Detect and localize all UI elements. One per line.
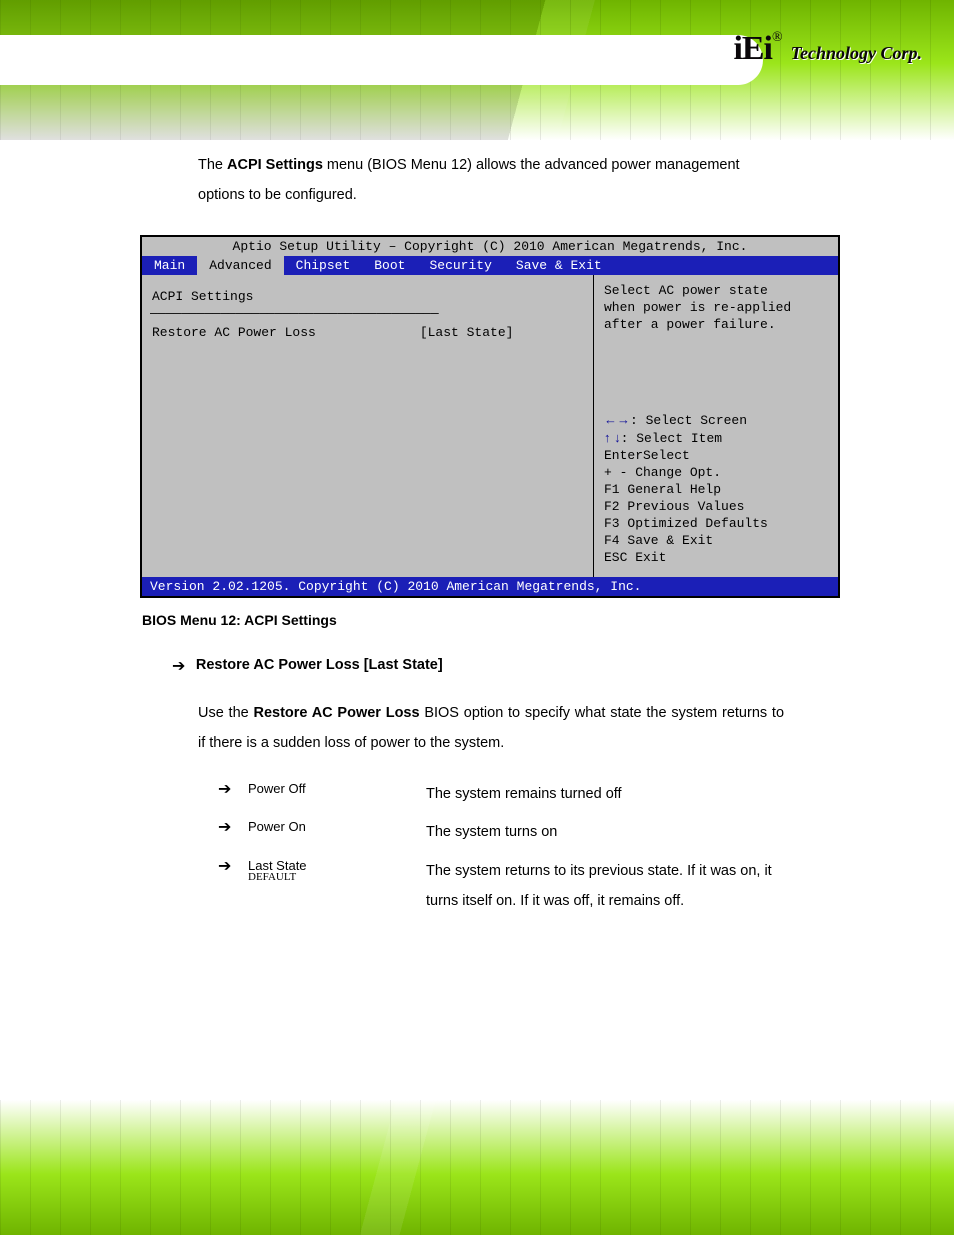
option-value-key: Last StateDEFAULT [248,856,426,917]
logo-name: iEi [733,30,772,67]
bios-subtitle: ACPI Settings [152,289,585,304]
bios-screenshot: Aptio Setup Utility – Copyright (C) 2010… [140,235,840,598]
bios-left-pane: ACPI Settings ——————————————————————————… [142,275,593,577]
footer-decoration [0,1100,954,1235]
option-value-key: Power On [248,817,426,847]
bios-tab: Chipset [284,256,363,275]
bios-option-value: [Last State] [420,325,514,340]
option-doc-block: ➔ Restore AC Power Loss [Last State] Use… [140,656,840,917]
option-default-tag: DEFAULT [248,871,426,883]
bios-option-label: Restore AC Power Loss [152,325,412,340]
option-value-desc: The system turns on [426,817,796,847]
arrow-icon: ➔ [172,658,185,675]
option-value-row: ➔Last StateDEFAULTThe system returns to … [218,856,840,917]
header-decoration: iEi® Technology Corp. [0,0,954,140]
bios-key-line: F2 Previous Values [604,499,830,514]
bios-key-line: ↑ ↓: Select Item [604,430,830,446]
option-value-row: ➔Power OnThe system turns on [218,817,840,847]
bios-key-text: : Select Item [621,431,722,446]
bios-option-row: Restore AC Power Loss [Last State] [152,325,585,340]
bios-key-text: ESC Exit [604,550,666,565]
bios-tab: Advanced [197,256,283,275]
intro-pre: The [198,157,227,173]
brand-logo: iEi® Technology Corp. [733,30,922,68]
bios-key-text: + - Change Opt. [604,465,721,480]
bios-key-line: F3 Optimized Defaults [604,516,830,531]
bios-key-text: EnterSelect [604,448,690,463]
bios-key-help: ←→: Select Screen ↑ ↓: Select Item EnterSe… [604,412,830,565]
bios-tab-row: MainAdvancedChipsetBootSecuritySave & Ex… [142,256,838,275]
option-value-desc: The system remains turned off [426,779,796,809]
bios-right-pane: Select AC power state when power is re-ap… [593,275,838,577]
opt-desc-bold: Restore AC Power Loss [253,705,419,721]
bios-key-text: F4 Save & Exit [604,533,713,548]
bios-key-text: F3 Optimized Defaults [604,516,768,531]
intro-paragraph: The ACPI Settings menu (BIOS Menu 12) al… [198,150,784,211]
bios-key-line: ←→: Select Screen [604,412,830,428]
bios-key-line: F1 General Help [604,482,830,497]
bios-help-line: Select AC power state [604,283,830,298]
intro-bold: ACPI Settings [227,157,323,173]
bios-tab: Main [142,256,197,275]
bios-caption: BIOS Menu 12: ACPI Settings [142,612,840,628]
bios-title: Aptio Setup Utility – Copyright (C) 2010… [142,237,838,256]
bios-help-line: when power is re-applied [604,300,830,315]
bios-help-line: after a power failure. [604,317,830,332]
option-value-key: Power Off [248,779,426,809]
bios-key-line: F4 Save & Exit [604,533,830,548]
option-value-table: ➔Power OffThe system remains turned off➔… [218,779,840,917]
arrow-icon: ↑ ↓ [604,430,621,445]
bios-tab: Security [417,256,503,275]
bios-tab: Boot [362,256,417,275]
arrow-icon: ➔ [218,817,248,847]
option-value-desc: The system returns to its previous state… [426,856,796,917]
bios-divider: ————————————————————————————————————— [150,306,585,321]
arrow-icon: ←→ [604,412,630,427]
logo-tagline: Technology Corp. [791,43,922,63]
header-curve [0,35,763,85]
arrow-icon: ➔ [218,856,248,917]
page-content: The ACPI Settings menu (BIOS Menu 12) al… [140,145,840,925]
bios-key-line: ESC Exit [604,550,830,565]
bios-key-line: EnterSelect [604,448,830,463]
bios-key-text: F1 General Help [604,482,721,497]
bios-key-line: + - Change Opt. [604,465,830,480]
option-doc-heading: Restore AC Power Loss [Last State] [196,657,443,673]
opt-desc-pre: Use the [198,705,253,721]
bios-footer: Version 2.02.1205. Copyright (C) 2010 Am… [142,577,838,596]
logo-reg: ® [772,30,783,45]
arrow-icon: ➔ [218,779,248,809]
bios-key-text: : Select Screen [630,413,747,428]
option-doc-description: Use the Restore AC Power Loss BIOS optio… [198,698,784,759]
bios-tab: Save & Exit [504,256,614,275]
bios-help-text: Select AC power state when power is re-ap… [604,283,830,332]
option-value-row: ➔Power OffThe system remains turned off [218,779,840,809]
bios-key-text: F2 Previous Values [604,499,744,514]
